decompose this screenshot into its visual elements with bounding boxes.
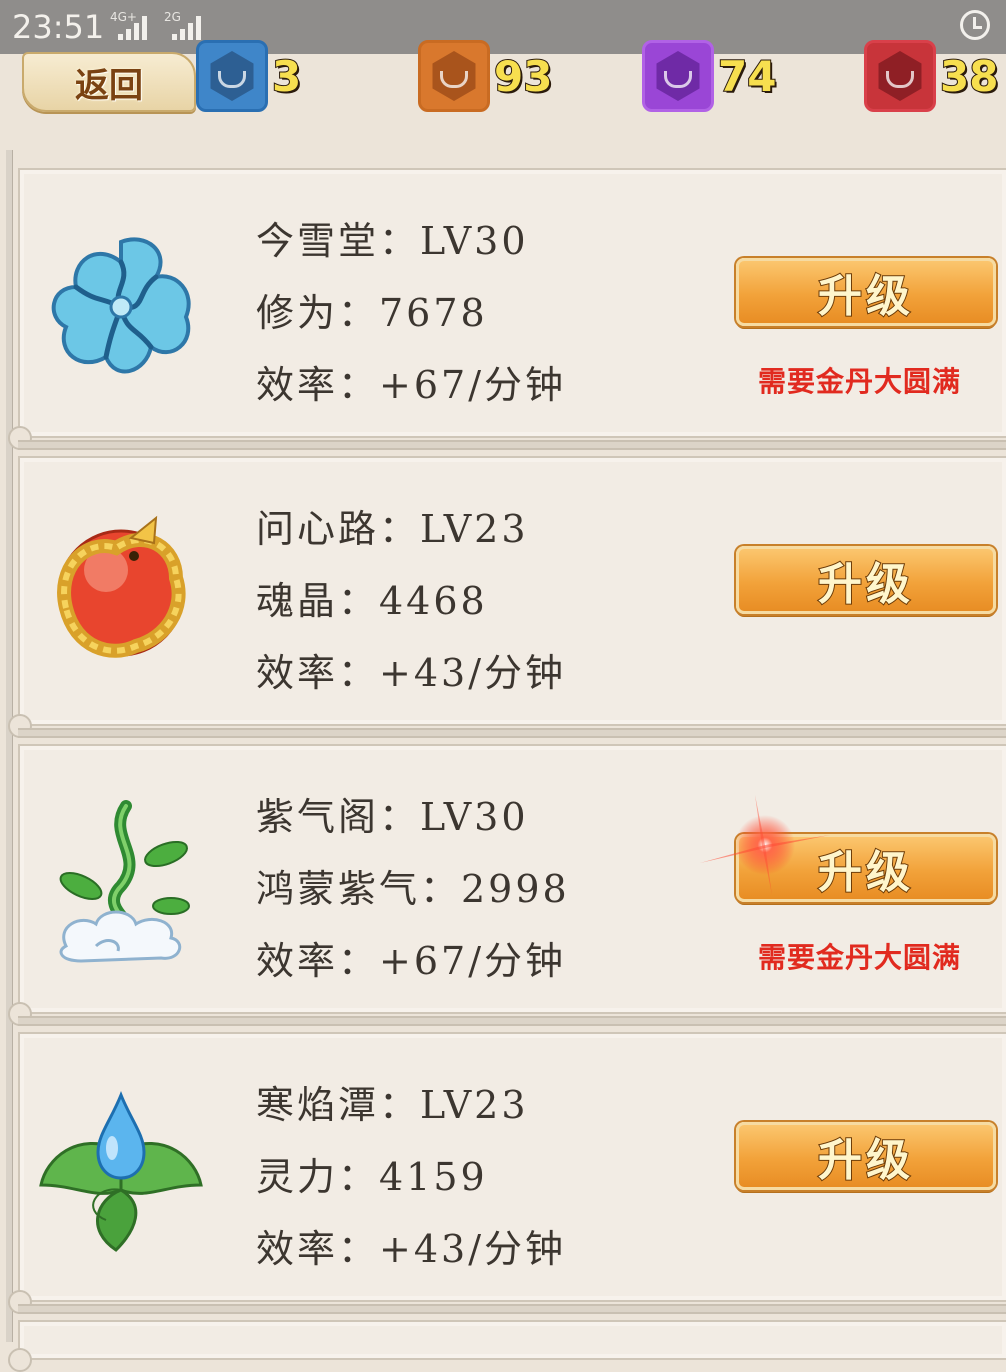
building-name-level: 寒焰潭：LV23 (256, 1083, 529, 1127)
upgrade-button[interactable]: 升级 (736, 1122, 996, 1190)
resource-purple: 74 (642, 38, 777, 114)
building-rate: 效率：+43/分钟 (256, 651, 566, 695)
upgrade-button[interactable]: 升级 (736, 258, 996, 326)
card-divider (18, 440, 1006, 450)
resource-count: 3 (271, 51, 302, 102)
resource-blue: 3 (196, 38, 302, 114)
building-resource: 魂晶：4468 (256, 579, 488, 623)
building-name-level: 今雪堂：LV30 (256, 219, 529, 263)
resource-count: 74 (717, 51, 777, 102)
building-name-level: 问心路：LV23 (256, 507, 529, 551)
upgrade-button[interactable]: 升级 (736, 834, 996, 902)
card-divider (18, 1304, 1006, 1314)
golden-dragon-orb-icon (57, 515, 186, 658)
resource-count: 93 (493, 51, 553, 102)
building-rate: 效率：+43/分钟 (256, 1227, 566, 1271)
upgrade-requirement: 需要金丹大圆满 (758, 941, 962, 974)
building-rate: 效率：+67/分钟 (256, 939, 566, 983)
blue-gem-icon (196, 40, 268, 112)
building-resource: 修为：7678 (256, 291, 488, 335)
card-divider (18, 728, 1006, 738)
purple-gem-icon (642, 40, 714, 112)
panel-frame (6, 150, 13, 1342)
building-card (8, 1320, 1006, 1372)
building-rate: 效率：+67/分钟 (256, 363, 566, 407)
building-resource: 灵力：4159 (256, 1155, 488, 1199)
blue-cloud-knot-icon (51, 237, 191, 374)
water-drop-leaf-icon (39, 1090, 203, 1252)
red-gem-icon (864, 40, 936, 112)
building-resource: 鸿蒙紫气：2998 (256, 867, 570, 911)
back-button[interactable]: 返回 (22, 52, 196, 112)
upgrade-requirement: 需要金丹大圆满 (758, 365, 962, 398)
alarm-icon (960, 10, 990, 40)
card-divider (18, 1016, 1006, 1026)
resource-count: 38 (939, 51, 999, 102)
building-name-level: 紫气阁：LV30 (256, 795, 529, 839)
green-vine-cloud-icon (59, 800, 190, 963)
status-time: 23:51 (12, 8, 105, 46)
upgrade-button[interactable]: 升级 (736, 546, 996, 614)
orange-gem-icon (418, 40, 490, 112)
resource-orange: 93 (418, 38, 553, 114)
signal-4g-icon: 4G+ (110, 10, 160, 42)
resource-red: 38 (864, 38, 999, 114)
